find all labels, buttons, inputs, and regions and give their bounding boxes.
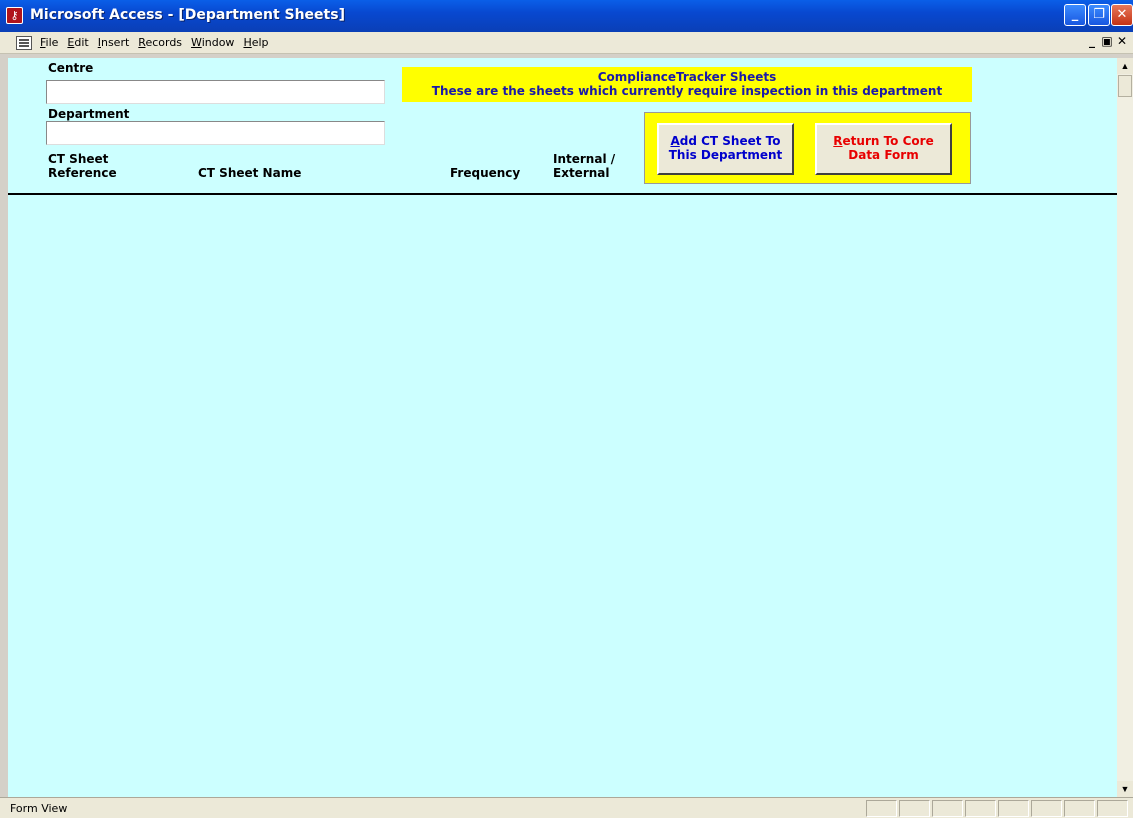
form-header: Centre Department ComplianceTracker Shee… xyxy=(8,58,1117,195)
title-bar: ⚷ Microsoft Access - [Department Sheets]… xyxy=(0,0,1133,32)
notice-description: These are the sheets which currently req… xyxy=(431,84,943,98)
document-close-button[interactable]: ✕ xyxy=(1115,35,1129,49)
ref-header-line1: CT Sheet xyxy=(48,152,109,166)
menu-bar: File Edit Insert Records Window Help _ ▣… xyxy=(0,32,1133,54)
menu-edit[interactable]: Edit xyxy=(67,36,88,49)
status-pane xyxy=(1031,800,1062,817)
status-text: Form View xyxy=(10,802,68,815)
menu-insert[interactable]: Insert xyxy=(98,36,130,49)
status-pane xyxy=(1097,800,1128,817)
menu-window[interactable]: Window xyxy=(191,36,234,49)
status-bar: Form View xyxy=(0,797,1133,818)
add-label-line2: This Department xyxy=(668,148,783,162)
status-panes xyxy=(866,800,1128,817)
status-pane xyxy=(1064,800,1095,817)
scroll-thumb[interactable] xyxy=(1118,75,1132,97)
ref-header-line2: Reference xyxy=(48,166,117,180)
status-pane xyxy=(965,800,996,817)
add-hotkey: A xyxy=(670,134,680,148)
int-header-line1: Internal / xyxy=(553,152,616,166)
window-title: Microsoft Access - [Department Sheets] xyxy=(30,7,345,23)
document-window-controls: _ ▣ ✕ xyxy=(1085,35,1129,49)
status-pane xyxy=(932,800,963,817)
menu-help[interactable]: Help xyxy=(243,36,268,49)
column-header-reference: CT Sheet Reference xyxy=(48,152,117,180)
return-hotkey: R xyxy=(833,134,843,148)
vertical-scrollbar[interactable]: ▲ ▼ xyxy=(1117,58,1133,797)
column-header-name: CT Sheet Name xyxy=(198,166,302,180)
department-label: Department xyxy=(48,107,130,121)
detail-section xyxy=(8,197,1117,797)
centre-field[interactable] xyxy=(46,80,385,104)
return-label: eturn To Core xyxy=(842,134,934,148)
column-header-frequency: Frequency xyxy=(450,166,521,180)
restore-button[interactable]: ❐ xyxy=(1088,4,1110,26)
sheets-notice: ComplianceTracker Sheets These are the s… xyxy=(402,67,972,102)
scroll-up-arrow[interactable]: ▲ xyxy=(1117,58,1133,74)
document-restore-button[interactable]: ▣ xyxy=(1100,35,1114,49)
status-pane xyxy=(899,800,930,817)
return-to-core-button[interactable]: Return To Core Data Form xyxy=(815,123,952,175)
button-panel: Add CT Sheet To This Department Return T… xyxy=(644,112,971,184)
add-ct-sheet-button[interactable]: Add CT Sheet To This Department xyxy=(657,123,794,175)
department-field[interactable] xyxy=(46,121,385,145)
status-pane xyxy=(866,800,897,817)
menu-file[interactable]: File xyxy=(40,36,58,49)
column-header-internal-external: Internal / External xyxy=(553,152,615,180)
menu-records[interactable]: Records xyxy=(138,36,182,49)
add-label: dd CT Sheet To xyxy=(679,134,781,148)
scroll-down-arrow[interactable]: ▼ xyxy=(1117,781,1133,797)
status-pane xyxy=(998,800,1029,817)
document-minimize-button[interactable]: _ xyxy=(1085,35,1099,49)
minimize-button[interactable]: _ xyxy=(1064,4,1086,26)
return-label-line2: Data Form xyxy=(848,148,919,162)
notice-title: ComplianceTracker Sheets xyxy=(597,70,777,84)
menu-items: File Edit Insert Records Window Help xyxy=(40,36,269,49)
form-document-icon[interactable] xyxy=(16,36,32,50)
centre-label: Centre xyxy=(48,61,94,75)
close-button[interactable]: ✕ xyxy=(1111,4,1133,26)
department-sheets-form: Centre Department ComplianceTracker Shee… xyxy=(8,58,1117,797)
int-header-line2: External xyxy=(553,166,610,180)
access-key-icon[interactable]: ⚷ xyxy=(6,7,23,24)
